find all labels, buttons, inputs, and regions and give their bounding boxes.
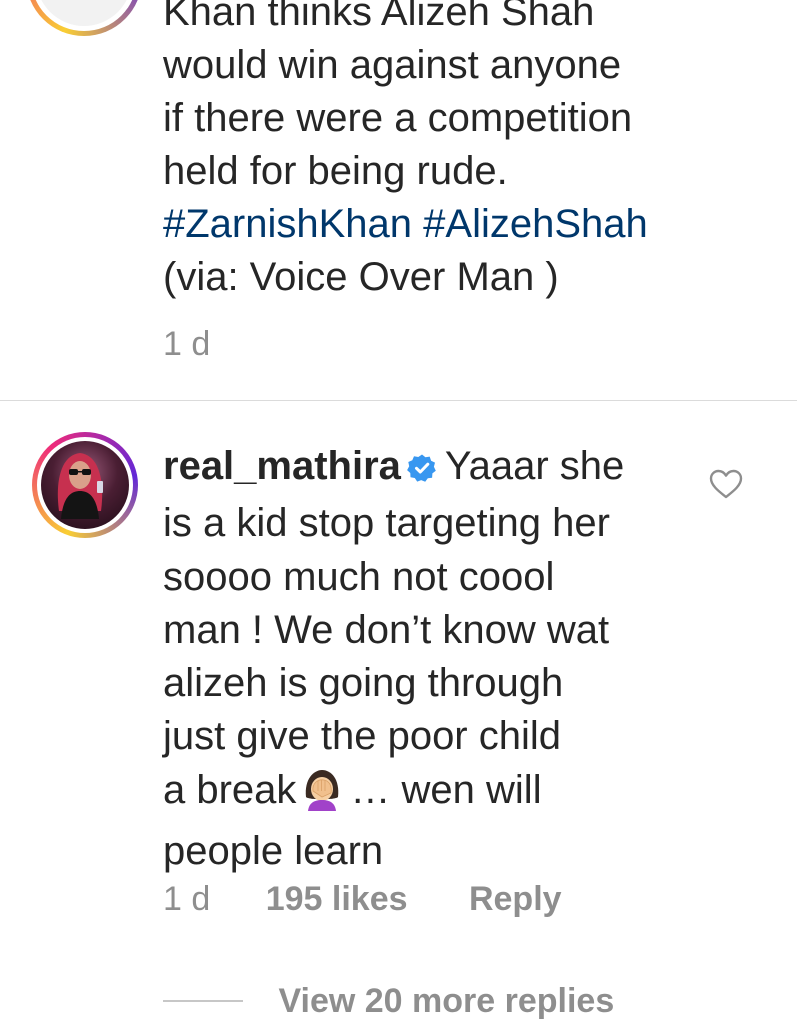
comment-line: man ! We don’t know wat [163, 607, 610, 652]
view-replies-button[interactable]: View 20 more replies [163, 980, 614, 1021]
comment-timestamp: 1 d [163, 880, 211, 918]
view-replies-label: View 20 more replies [278, 981, 615, 1020]
comments-screen: Khan thinks Alizeh Shah would win agains… [0, 0, 797, 1024]
caption-line: if there were a competition [163, 96, 633, 140]
woman-facepalming-emoji [300, 767, 344, 825]
caption-author-avatar[interactable] [26, 0, 142, 36]
verified-badge-icon [407, 444, 437, 497]
comment-line: alizeh is going through [163, 661, 564, 706]
comment-line: a break [163, 767, 297, 812]
caption-via: (via: Voice Over Man ) [163, 255, 559, 299]
comment-meta: 1 d 195 likes Reply [163, 880, 562, 919]
comment-line: just give the poor child [163, 714, 562, 759]
comment-username[interactable]: real_mathira [163, 444, 401, 488]
hashtag-link[interactable]: #ZarnishKhan [163, 202, 412, 246]
likes-count-button[interactable]: 195 likes [266, 880, 408, 919]
caption-line: held for being rude. [163, 149, 508, 193]
commenter-avatar[interactable] [32, 432, 138, 538]
comment-text: real_mathira Yaaar she is a kid stop tar… [163, 440, 703, 878]
comment-line: Yaaar she [444, 444, 625, 488]
comment-line: soooo much not coool [163, 554, 555, 599]
reply-button[interactable]: Reply [469, 880, 562, 919]
comment-line: people learn [163, 829, 384, 874]
caption-text: Khan thinks Alizeh Shah would win agains… [163, 0, 763, 304]
comment-line: … wen will [350, 767, 542, 812]
heart-outline-icon[interactable] [708, 468, 744, 500]
section-divider [0, 400, 797, 401]
caption-line: would win against anyone [163, 43, 622, 87]
comment-line: is a kid stop targeting her [163, 501, 610, 546]
replies-divider [163, 1000, 243, 1003]
caption-timestamp: 1 d [163, 325, 211, 363]
hashtag-link[interactable]: #AlizehShah [423, 202, 648, 246]
caption-line: Khan thinks Alizeh Shah [163, 0, 595, 34]
